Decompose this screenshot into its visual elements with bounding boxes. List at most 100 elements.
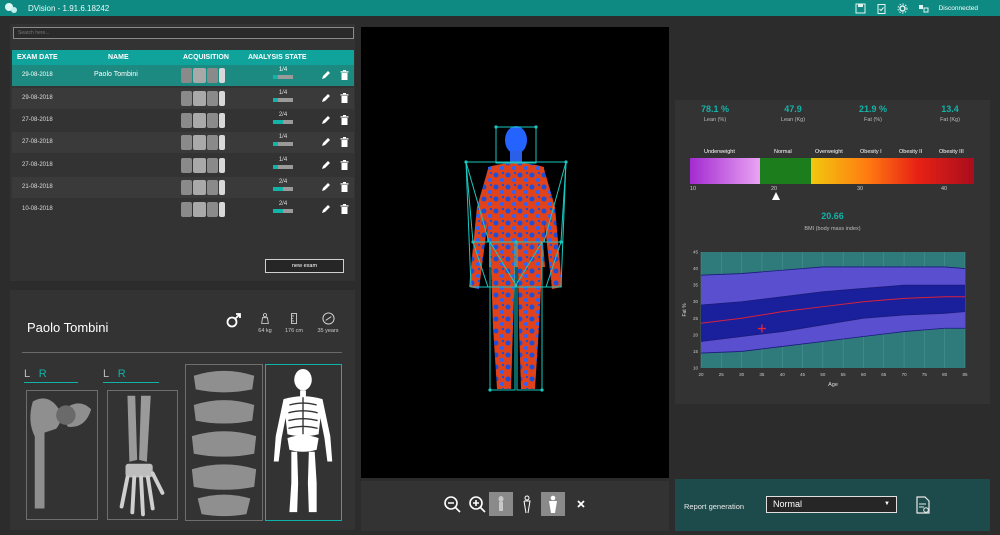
bmi-scale [690,158,974,184]
forearm-thumbnail-icon[interactable] [207,180,218,195]
spine-thumbnail-icon[interactable] [193,113,206,128]
skeleton-thumbnail-icon[interactable] [219,158,225,173]
region-whole-body[interactable] [265,364,342,521]
spine-thumbnail-icon[interactable] [193,158,206,173]
bmi-tick: 30 [857,186,864,192]
settings-gear-icon[interactable] [897,3,908,14]
skeleton-thumbnail-icon[interactable] [219,91,225,106]
spine-icon [191,370,257,517]
person-view-icon[interactable] [541,492,565,516]
save-icon[interactable] [855,3,866,14]
femur-thumbnail-icon[interactable] [181,180,192,195]
delete-trash-icon[interactable] [340,70,349,80]
forearm-side-toggle[interactable]: L R [103,368,126,380]
femur-thumbnail-icon[interactable] [181,68,192,83]
col-acquisition[interactable]: ACQUISITION [183,54,229,61]
femur-thumbnail-icon[interactable] [181,91,192,106]
report-type-select[interactable]: Normal ▼ [766,496,897,513]
edit-pencil-icon[interactable] [321,204,331,214]
body-outline-icon[interactable] [515,492,539,516]
new-exam-button[interactable]: new exam [265,259,344,273]
forearm-thumbnail-icon[interactable] [207,91,218,106]
skeleton-thumbnail-icon[interactable] [219,180,225,195]
close-icon[interactable] [569,492,593,516]
body-composition-scan[interactable] [361,27,669,478]
metric-label: Lean (Kg) [780,117,806,123]
acquisition-thumbnails[interactable] [181,180,225,195]
spine-thumbnail-icon[interactable] [193,180,206,195]
exam-row[interactable]: 29-08-2018 1/4 [12,88,354,109]
delete-trash-icon[interactable] [340,137,349,147]
region-femur[interactable] [26,390,98,520]
femur-thumbnail-icon[interactable] [181,135,192,150]
exam-row[interactable]: 21-08-2018 2/4 [12,177,354,198]
forearm-thumbnail-icon[interactable] [207,135,218,150]
edit-pencil-icon[interactable] [321,182,331,192]
acquisition-thumbnails[interactable] [181,158,225,173]
side-right[interactable]: R [118,368,126,380]
delete-trash-icon[interactable] [340,160,349,170]
skeleton-thumbnail-icon[interactable] [219,135,225,150]
femur-thumbnail-icon[interactable] [181,202,192,217]
dxa-image-viewer[interactable] [361,27,669,478]
patient-height-value: 176 cm [284,328,304,334]
region-spine[interactable] [185,364,263,521]
clipboard-check-icon[interactable] [876,3,887,14]
delete-trash-icon[interactable] [340,93,349,103]
exam-row[interactable]: 27-08-2018 2/4 [12,110,354,131]
zoom-in-icon[interactable] [465,492,489,516]
col-analysis-state[interactable]: ANALYSIS STATE [248,54,307,61]
acquisition-thumbnails[interactable] [181,68,225,83]
forearm-thumbnail-icon[interactable] [207,113,218,128]
forearm-thumbnail-icon[interactable] [207,158,218,173]
exam-row[interactable]: 29-08-2018 Paolo Tombini 1/4 [12,65,354,86]
edit-pencil-icon[interactable] [321,160,331,170]
x-tick-label: 20 [698,372,704,377]
analysis-state-text: 1/4 [278,67,288,73]
side-left[interactable]: L [24,368,30,380]
hip-side-underline [24,382,78,383]
x-tick-label: 50 [820,372,826,377]
search-input[interactable] [13,27,354,39]
connection-icon[interactable] [918,3,929,14]
delete-trash-icon[interactable] [340,182,349,192]
patient-height: 176 cm [282,312,306,334]
skeleton-thumbnail-icon[interactable] [219,202,225,217]
region-forearm[interactable] [107,390,178,520]
acquisition-thumbnails[interactable] [181,202,225,217]
col-name[interactable]: NAME [108,54,129,61]
image-toolbar [361,481,669,531]
spine-thumbnail-icon[interactable] [193,135,206,150]
edit-pencil-icon[interactable] [321,93,331,103]
delete-trash-icon[interactable] [340,204,349,214]
delete-trash-icon[interactable] [340,115,349,125]
forearm-thumbnail-icon[interactable] [207,68,218,83]
skeleton-thumbnail-icon[interactable] [219,68,225,83]
forearm-thumbnail-icon[interactable] [207,202,218,217]
side-left[interactable]: L [103,368,109,380]
femur-thumbnail-icon[interactable] [181,113,192,128]
acquisition-thumbnails[interactable] [181,113,225,128]
exam-row[interactable]: 10-08-2018 2/4 [12,199,354,220]
acquisition-thumbnails[interactable] [181,91,225,106]
spine-thumbnail-icon[interactable] [193,68,206,83]
analysis-state: 1/4 [273,134,293,146]
acquisition-thumbnails[interactable] [181,135,225,150]
x-tick-label: 30 [739,372,745,377]
exam-row[interactable]: 27-08-2018 1/4 [12,132,354,153]
edit-pencil-icon[interactable] [321,137,331,147]
edit-pencil-icon[interactable] [321,70,331,80]
femur-thumbnail-icon[interactable] [181,158,192,173]
skeleton-view-icon[interactable] [489,492,513,516]
col-exam-date[interactable]: EXAM DATE [17,54,58,61]
spine-thumbnail-icon[interactable] [193,91,206,106]
skeleton-thumbnail-icon[interactable] [219,113,225,128]
exam-row[interactable]: 27-08-2018 1/4 [12,155,354,176]
edit-pencil-icon[interactable] [321,115,331,125]
zoom-out-icon[interactable] [440,492,464,516]
generate-report-icon[interactable] [915,496,931,514]
spine-thumbnail-icon[interactable] [193,202,206,217]
hip-side-toggle[interactable]: L R [24,368,47,380]
analysis-state-text: 2/4 [278,179,288,185]
side-right[interactable]: R [39,368,47,380]
